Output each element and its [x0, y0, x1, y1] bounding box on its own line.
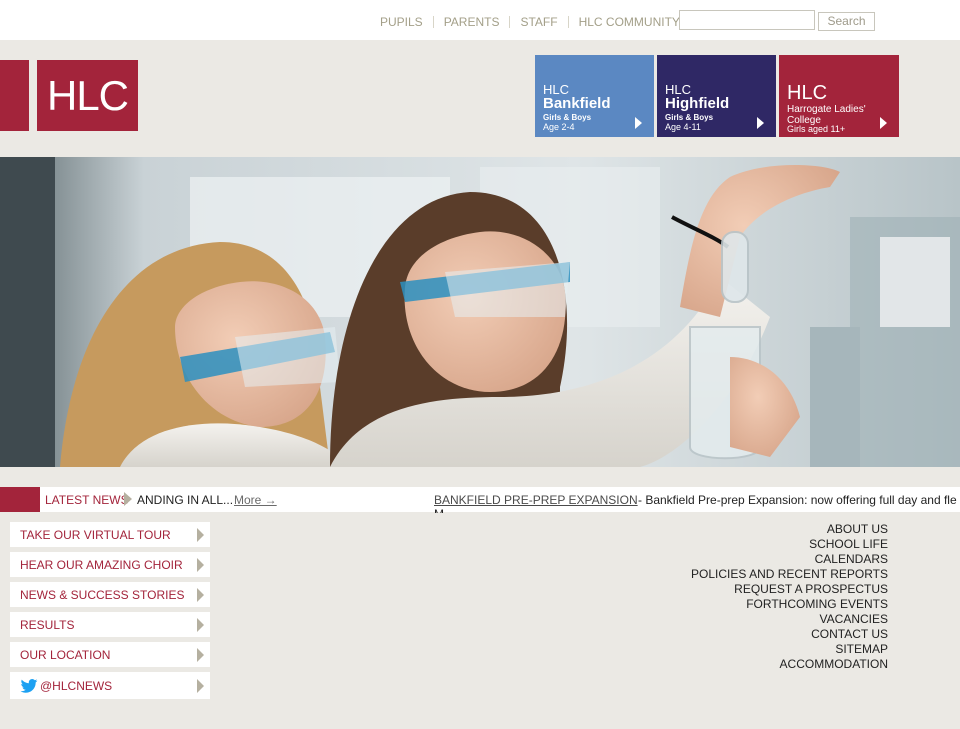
arrow-right-icon	[197, 557, 204, 572]
top-nav: PUPILS PARENTS STAFF HLC COMMUNITY	[370, 14, 690, 30]
news-headline-link[interactable]: BANKFIELD PRE-PREP EXPANSION	[434, 493, 638, 507]
location-button[interactable]: OUR LOCATION	[10, 642, 210, 667]
link-vacancies[interactable]: VACANCIES	[691, 612, 888, 627]
tile-sub: Girls & Boys	[543, 113, 592, 122]
arrow-right-icon	[197, 678, 204, 693]
lab-students-photo	[0, 157, 960, 467]
news-accent	[0, 487, 40, 512]
button-label: HEAR OUR AMAZING CHOIR	[20, 557, 183, 572]
latest-news-label: LATEST NEWS	[45, 493, 129, 507]
link-prospectus[interactable]: REQUEST A PROSPECTUS	[691, 582, 888, 597]
hlc-logo[interactable]: HLC	[37, 60, 138, 131]
footer-links: ABOUT US SCHOOL LIFE CALENDARS POLICIES …	[691, 522, 888, 672]
arrow-right-icon	[880, 117, 887, 129]
school-tile-highfield[interactable]: HLC Highfield Girls & Boys Age 4-11	[657, 55, 776, 137]
tile-name: Highfield	[665, 95, 730, 112]
search-button[interactable]: Search	[818, 12, 875, 31]
button-label: @HLCNEWS	[40, 678, 113, 693]
arrow-right-icon	[635, 117, 642, 129]
nav-staff[interactable]: STAFF	[510, 14, 567, 30]
tile-age: Age 4-11	[665, 122, 701, 132]
link-about-us[interactable]: ABOUT US	[691, 522, 888, 537]
link-policies[interactable]: POLICIES AND RECENT REPORTS	[691, 567, 888, 582]
logo-accent-bar	[0, 60, 29, 131]
twitter-button[interactable]: @HLCNEWS	[10, 672, 210, 699]
arrow-right-icon	[124, 492, 132, 506]
nav-parents[interactable]: PARENTS	[434, 14, 510, 30]
school-tile-harrogate[interactable]: HLC Harrogate Ladies' College Girls aged…	[779, 55, 899, 137]
link-contact-us[interactable]: CONTACT US	[691, 627, 888, 642]
button-label: NEWS & SUCCESS STORIES	[20, 587, 185, 602]
link-calendars[interactable]: CALENDARS	[691, 552, 888, 567]
button-label: TAKE OUR VIRTUAL TOUR	[20, 527, 171, 542]
arrow-right-icon	[757, 117, 764, 129]
news-stories-button[interactable]: NEWS & SUCCESS STORIES	[10, 582, 210, 607]
link-school-life[interactable]: SCHOOL LIFE	[691, 537, 888, 552]
results-button[interactable]: RESULTS	[10, 612, 210, 637]
link-events[interactable]: FORTHCOMING EVENTS	[691, 597, 888, 612]
virtual-tour-button[interactable]: TAKE OUR VIRTUAL TOUR	[10, 522, 210, 547]
button-label: OUR LOCATION	[20, 647, 111, 662]
news-ticker: LATEST NEWS ANDING IN ALL... More → BANK…	[0, 487, 960, 512]
tile-name: Harrogate Ladies' College	[787, 104, 866, 126]
news-overflow-text: M	[434, 509, 454, 513]
hero-image	[0, 157, 960, 467]
link-sitemap[interactable]: SITEMAP	[691, 642, 888, 657]
arrow-right-icon	[197, 617, 204, 632]
tile-age: Girls aged 11+	[787, 124, 846, 134]
news-ticker-text: ANDING IN ALL...	[137, 493, 234, 507]
news-headline-text: - Bankfield Pre-prep Expansion: now offe…	[638, 493, 957, 507]
school-tile-bankfield[interactable]: HLC Bankfield Girls & Boys Age 2-4	[535, 55, 654, 137]
tile-prefix: HLC	[787, 82, 828, 104]
arrow-right-icon	[197, 587, 204, 602]
link-accommodation[interactable]: ACCOMMODATION	[691, 657, 888, 672]
tile-age: Age 2-4	[543, 122, 575, 132]
button-label: RESULTS	[20, 617, 75, 632]
arrow-right-icon	[197, 647, 204, 662]
news-more-link[interactable]: More →	[234, 493, 277, 507]
search-input[interactable]	[679, 10, 815, 30]
choir-button[interactable]: HEAR OUR AMAZING CHOIR	[10, 552, 210, 577]
tile-sub: Girls & Boys	[665, 113, 714, 122]
twitter-bird-icon	[20, 678, 38, 693]
nav-hlc-community[interactable]: HLC COMMUNITY	[569, 14, 690, 30]
tile-name: Bankfield	[543, 95, 611, 112]
nav-pupils[interactable]: PUPILS	[370, 14, 433, 30]
arrow-right-icon	[197, 527, 204, 542]
